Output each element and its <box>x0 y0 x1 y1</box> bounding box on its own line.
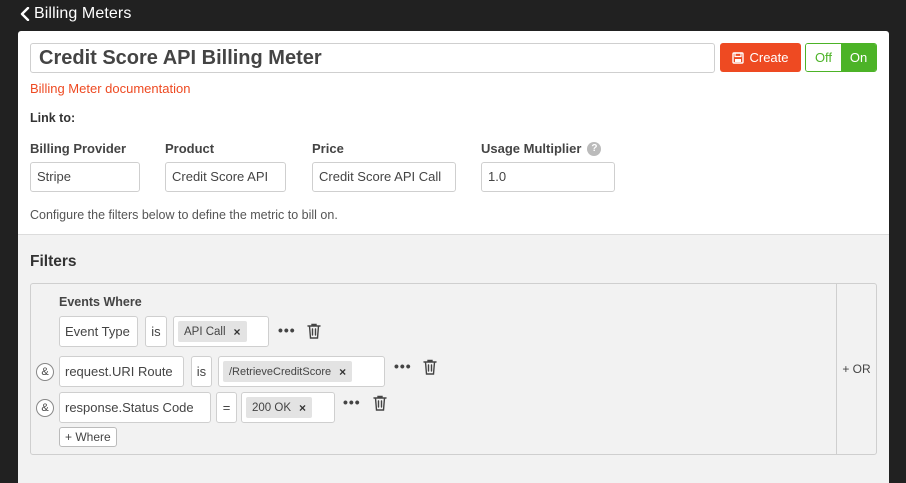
more-options-icon[interactable]: ••• <box>343 394 361 410</box>
usage-multiplier-input[interactable]: 1.0 <box>481 162 615 192</box>
filter-operator[interactable]: is <box>191 356 212 387</box>
add-or-button[interactable]: + OR <box>836 284 876 454</box>
remove-tag-icon[interactable]: × <box>234 325 241 339</box>
create-button-label: Create <box>749 50 789 65</box>
filters-title: Filters <box>30 253 77 270</box>
filter-value-box[interactable]: /RetrieveCreditScore × <box>218 356 385 387</box>
trash-icon[interactable] <box>373 395 387 411</box>
meter-name-input[interactable]: Credit Score API Billing Meter <box>30 43 715 73</box>
remove-tag-icon[interactable]: × <box>339 365 346 379</box>
value-tag: 200 OK × <box>246 397 313 418</box>
value-tag: API Call × <box>178 321 247 342</box>
chevron-left-icon <box>18 4 32 24</box>
create-button[interactable]: Create <box>720 43 801 72</box>
meter-card: Credit Score API Billing Meter Create Of… <box>18 31 889 483</box>
question-icon[interactable]: ? <box>587 141 602 156</box>
value-tag-label: API Call <box>184 325 226 338</box>
filter-operator[interactable]: = <box>216 392 237 423</box>
filters-help-text: Configure the filters below to define th… <box>30 208 338 222</box>
documentation-link[interactable]: Billing Meter documentation <box>30 81 190 96</box>
and-connector: & <box>36 399 54 417</box>
toggle-off[interactable]: Off <box>806 44 841 71</box>
value-tag-label: /RetrieveCreditScore <box>229 365 332 378</box>
product-input[interactable]: Credit Score API <box>165 162 286 192</box>
events-where-label: Events Where <box>59 295 142 309</box>
filters-panel: Filters Events Where Event Type is API C… <box>18 234 889 483</box>
billing-provider-input[interactable]: Stripe <box>30 162 140 192</box>
product-label: Product <box>165 141 215 156</box>
value-tag: /RetrieveCreditScore × <box>223 361 353 382</box>
more-options-icon[interactable]: ••• <box>394 358 412 374</box>
save-icon <box>732 51 745 64</box>
price-label: Price <box>312 141 344 156</box>
trash-icon[interactable] <box>307 323 321 339</box>
filter-field-status-code[interactable]: response.Status Code <box>59 392 211 423</box>
remove-tag-icon[interactable]: × <box>299 401 306 415</box>
add-where-button[interactable]: + Where <box>59 427 117 447</box>
filter-group: Events Where Event Type is API Call × ••… <box>30 283 877 455</box>
billing-provider-label: Billing Provider <box>30 141 127 156</box>
price-input[interactable]: Credit Score API Call <box>312 162 456 192</box>
back-link-label: Billing Meters <box>34 5 132 22</box>
filter-field-event-type[interactable]: Event Type <box>59 316 138 347</box>
usage-multiplier-heading: Usage Multiplier ? <box>481 141 602 156</box>
usage-multiplier-label: Usage Multiplier <box>481 141 582 156</box>
value-tag-label: 200 OK <box>252 401 291 414</box>
on-off-toggle[interactable]: Off On <box>805 43 877 72</box>
link-to-heading: Link to: <box>30 111 76 125</box>
filter-value-box[interactable]: 200 OK × <box>241 392 335 423</box>
and-connector: & <box>36 363 54 381</box>
filter-operator[interactable]: is <box>145 316 167 347</box>
toggle-on[interactable]: On <box>841 44 876 71</box>
filter-field-uri-route[interactable]: request.URI Route <box>59 356 184 387</box>
back-link[interactable]: Billing Meters <box>18 2 131 26</box>
more-options-icon[interactable]: ••• <box>278 322 296 338</box>
filter-value-box[interactable]: API Call × <box>173 316 269 347</box>
trash-icon[interactable] <box>423 359 437 375</box>
